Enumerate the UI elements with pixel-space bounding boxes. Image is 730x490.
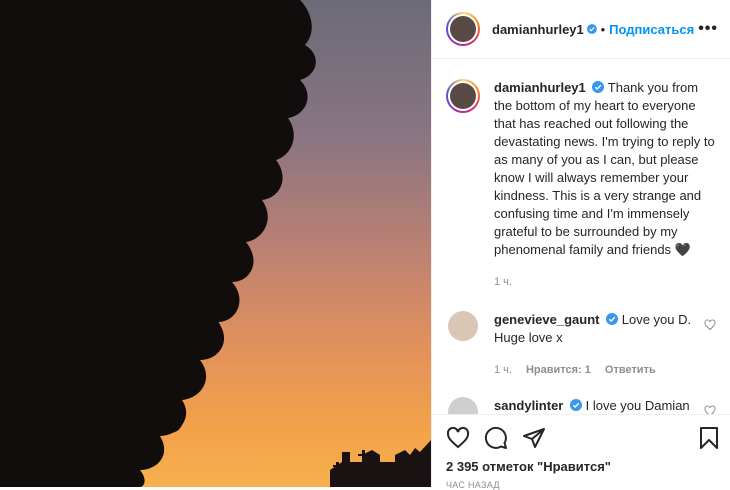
comment-username[interactable]: sandylinter bbox=[494, 398, 563, 413]
header-separator: • bbox=[600, 21, 606, 37]
comment-username[interactable]: genevieve_gaunt bbox=[494, 312, 600, 327]
comment-text: I love you Damian bbox=[585, 398, 690, 413]
verified-badge-icon bbox=[586, 24, 597, 34]
bookmark-icon[interactable] bbox=[698, 426, 720, 450]
author-avatar[interactable] bbox=[446, 12, 480, 46]
verified-badge-icon bbox=[606, 313, 619, 325]
post-photo[interactable] bbox=[0, 0, 431, 487]
comment-like-heart-icon[interactable] bbox=[704, 319, 716, 331]
post-side-panel: damianhurley1 • Подписаться ••• damianhu… bbox=[431, 0, 730, 490]
follow-button[interactable]: Подписаться bbox=[609, 22, 694, 37]
comment-row: genevieve_gaunt Love you D. Huge love x … bbox=[432, 311, 730, 379]
likes-count[interactable]: 2 395 отметок "Нравится" bbox=[432, 453, 730, 474]
share-icon[interactable] bbox=[522, 426, 546, 450]
caption-row: damianhurley1 Thank you from the bottom … bbox=[432, 59, 730, 291]
caption-avatar[interactable] bbox=[446, 79, 480, 113]
commenter-avatar[interactable] bbox=[448, 397, 478, 414]
verified-badge-icon bbox=[592, 81, 605, 93]
comment-icon[interactable] bbox=[484, 426, 508, 450]
caption-text: Thank you from the bottom of my heart to… bbox=[494, 80, 715, 257]
commenter-avatar[interactable] bbox=[448, 311, 478, 341]
reply-button[interactable]: Ответить bbox=[605, 361, 656, 379]
comment-row: sandylinter I love you Damian 💋 bbox=[432, 397, 730, 414]
caption-time[interactable]: 1 ч. bbox=[494, 273, 512, 291]
comment-time[interactable]: 1 ч. bbox=[494, 361, 512, 379]
more-options-button[interactable]: ••• bbox=[694, 20, 722, 38]
caption-username[interactable]: damianhurley1 bbox=[494, 80, 586, 95]
comments-list[interactable]: damianhurley1 Thank you from the bottom … bbox=[432, 59, 730, 414]
post-timestamp[interactable]: ЧАС НАЗАД bbox=[432, 474, 730, 490]
sunset-tree-image bbox=[0, 0, 431, 487]
comment-likes[interactable]: Нравится: 1 bbox=[526, 361, 591, 379]
post-header: damianhurley1 • Подписаться ••• bbox=[432, 0, 730, 59]
post-actions: 2 395 отметок "Нравится" ЧАС НАЗАД bbox=[432, 414, 730, 490]
comment-like-heart-icon[interactable] bbox=[704, 405, 716, 414]
verified-badge-icon bbox=[569, 399, 582, 411]
header-username[interactable]: damianhurley1 bbox=[492, 22, 584, 37]
heart-icon[interactable] bbox=[446, 426, 470, 450]
